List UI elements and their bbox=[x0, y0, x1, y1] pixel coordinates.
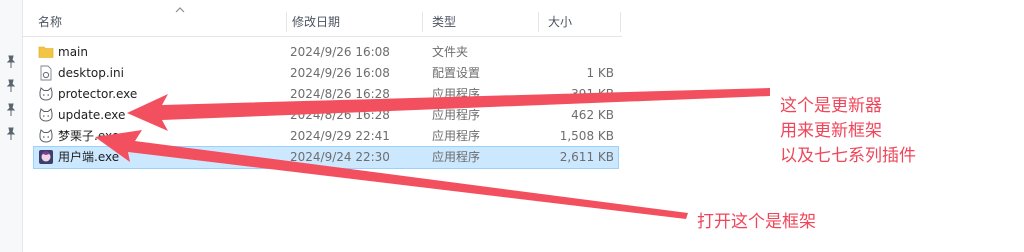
file-name: update.exe bbox=[58, 108, 126, 122]
file-row-selected[interactable]: 用户端.exe 2024/9/24 22:30 应用程序 2,611 KB bbox=[33, 146, 619, 169]
cat-app-icon bbox=[39, 108, 53, 122]
file-type: 配置设置 bbox=[432, 66, 481, 80]
column-header-date[interactable]: 修改日期 bbox=[284, 8, 424, 36]
cat-app-icon bbox=[39, 87, 53, 101]
pin-icon[interactable] bbox=[4, 127, 18, 141]
file-size bbox=[504, 42, 614, 63]
file-date: 2024/8/26 16:28 bbox=[290, 108, 390, 122]
file-date: 2024/9/26 16:08 bbox=[290, 66, 390, 80]
file-name: main bbox=[58, 45, 88, 59]
column-divider[interactable] bbox=[538, 12, 539, 32]
file-date: 2024/8/26 16:28 bbox=[290, 87, 390, 101]
file-type: 应用程序 bbox=[432, 150, 481, 164]
file-size: 1 KB bbox=[586, 66, 614, 80]
annotation-updater: 这个是更新器 bbox=[780, 96, 882, 116]
anime-app-icon bbox=[39, 150, 53, 164]
file-size: 462 KB bbox=[571, 108, 614, 122]
file-type: 应用程序 bbox=[432, 108, 481, 122]
column-header-type[interactable]: 类型 bbox=[424, 8, 534, 36]
file-name: 梦栗子.exe bbox=[58, 129, 120, 143]
file-type: 应用程序 bbox=[432, 87, 481, 101]
column-divider[interactable] bbox=[422, 12, 423, 32]
column-header-name[interactable]: 名称 bbox=[30, 8, 290, 36]
pin-icon[interactable] bbox=[4, 79, 18, 93]
file-size: 2,611 KB bbox=[559, 150, 614, 164]
file-row[interactable]: 梦栗子.exe 2024/9/29 22:41 应用程序 1,508 KB bbox=[34, 126, 618, 147]
file-date: 2024/9/24 22:30 bbox=[290, 150, 390, 164]
file-date: 2024/9/29 22:41 bbox=[290, 129, 390, 143]
navigation-pane-strip bbox=[0, 0, 23, 252]
file-row[interactable]: update.exe 2024/8/26 16:28 应用程序 462 KB bbox=[34, 105, 618, 126]
file-date: 2024/9/26 16:08 bbox=[290, 45, 390, 59]
file-type: 应用程序 bbox=[432, 129, 481, 143]
annotation-framework: 打开这个是框架 bbox=[697, 212, 816, 232]
column-header-size[interactable]: 大小 bbox=[540, 8, 620, 36]
column-header-bar: 名称 修改日期 类型 大小 bbox=[22, 7, 622, 37]
pin-icon[interactable] bbox=[4, 55, 18, 69]
file-type: 文件夹 bbox=[432, 45, 469, 59]
annotation-updater-line2: 用来更新框架 bbox=[780, 121, 882, 141]
file-row[interactable]: desktop.ini 2024/9/26 16:08 配置设置 1 KB bbox=[34, 63, 618, 84]
file-size: 391 KB bbox=[571, 87, 614, 101]
file-name: desktop.ini bbox=[58, 66, 124, 80]
cat-app-icon bbox=[39, 129, 53, 143]
column-divider[interactable] bbox=[620, 12, 621, 32]
folder-icon bbox=[38, 46, 54, 58]
file-size: 1,508 KB bbox=[559, 129, 614, 143]
settings-file-icon bbox=[40, 65, 52, 81]
file-name: protector.exe bbox=[58, 87, 138, 101]
file-name: 用户端.exe bbox=[58, 150, 120, 164]
file-row[interactable]: protector.exe 2024/8/26 16:28 应用程序 391 K… bbox=[34, 84, 618, 105]
pin-icon[interactable] bbox=[4, 103, 18, 117]
file-row[interactable]: main 2024/9/26 16:08 文件夹 bbox=[34, 42, 618, 63]
annotation-updater-line3: 以及七七系列插件 bbox=[780, 146, 916, 166]
